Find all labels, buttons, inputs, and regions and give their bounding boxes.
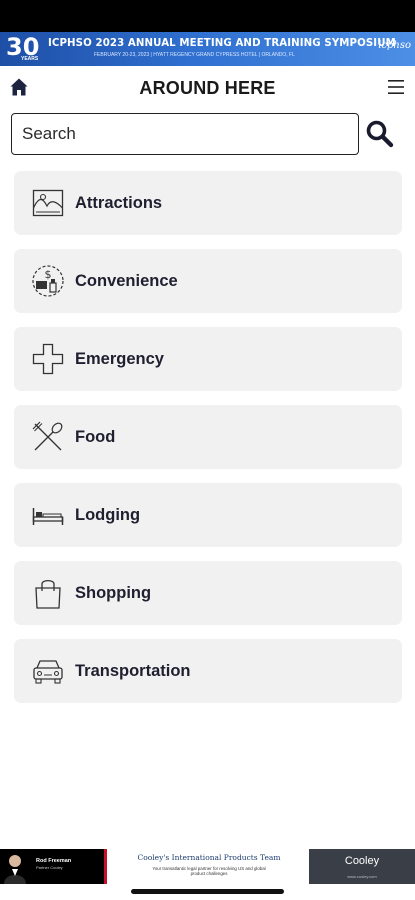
page-title: AROUND HERE xyxy=(139,78,276,98)
category-transportation[interactable]: Transportation xyxy=(14,639,402,703)
landscape-picture-icon xyxy=(32,189,64,217)
category-label: Shopping xyxy=(75,584,152,602)
ad-presenter-role: Partner Cooley xyxy=(36,865,63,870)
fork-spoon-icon xyxy=(32,421,63,451)
ad-presenter-name: Rod Freeman xyxy=(36,858,72,864)
category-label: Convenience xyxy=(75,272,178,290)
ad-headline: Cooley's International Products Team xyxy=(137,853,281,862)
car-icon xyxy=(33,660,63,684)
anniversary-caption: YEARS xyxy=(21,56,39,62)
ad-presenter-panel: Rod Freeman Partner Cooley xyxy=(0,849,107,884)
hamburger-menu-icon[interactable] xyxy=(387,78,405,96)
event-banner[interactable]: 30 YEARS ICPHSO 2023 ANNUAL MEETING AND … xyxy=(0,32,415,66)
search-icon[interactable] xyxy=(364,118,396,150)
icphso-logo: icphso xyxy=(378,40,411,51)
header-bar: AROUND HERE xyxy=(0,66,415,110)
app-screen: 30 YEARS ICPHSO 2023 ANNUAL MEETING AND … xyxy=(0,0,415,900)
banner-title: ICPHSO 2023 ANNUAL MEETING AND TRAINING … xyxy=(48,38,396,49)
category-label: Transportation xyxy=(75,662,191,680)
medical-cross-icon xyxy=(32,343,64,375)
banner-subtitle: FEBRUARY 20-23, 2023 | HYATT REGENCY GRA… xyxy=(94,52,295,58)
category-convenience[interactable]: $ Convenience xyxy=(14,249,402,313)
ad-brand-panel: Cooley www.cooley.com xyxy=(309,849,415,884)
shopping-bag-icon xyxy=(35,579,61,609)
ad-subline: Your transatlantic legal partner for res… xyxy=(152,866,266,876)
ad-message-panel: Cooley's International Products Team You… xyxy=(110,849,308,884)
status-bar xyxy=(0,0,415,32)
category-emergency[interactable]: Emergency xyxy=(14,327,402,391)
sponsor-ad-banner[interactable]: Rod Freeman Partner Cooley Cooley's Inte… xyxy=(0,849,415,884)
category-shopping[interactable]: Shopping xyxy=(14,561,402,625)
search-input[interactable] xyxy=(12,114,358,154)
home-indicator[interactable] xyxy=(131,889,284,894)
category-label: Lodging xyxy=(75,506,141,524)
bed-icon xyxy=(32,508,64,525)
category-label: Food xyxy=(75,428,116,446)
category-lodging[interactable]: Lodging xyxy=(14,483,402,547)
anniversary-logo: 30 YEARS xyxy=(6,34,40,64)
presenter-photo xyxy=(4,855,26,884)
ad-url: www.cooley.com xyxy=(347,874,377,879)
category-label: Attractions xyxy=(75,194,163,212)
search-field[interactable] xyxy=(11,113,359,155)
convenience-money-icon: $ xyxy=(32,265,64,297)
category-food[interactable]: Food xyxy=(14,405,402,469)
category-label: Emergency xyxy=(75,350,164,368)
svg-text:$: $ xyxy=(45,268,52,281)
category-attractions[interactable]: Attractions xyxy=(14,171,402,235)
ad-brand-logo: Cooley xyxy=(344,855,380,867)
